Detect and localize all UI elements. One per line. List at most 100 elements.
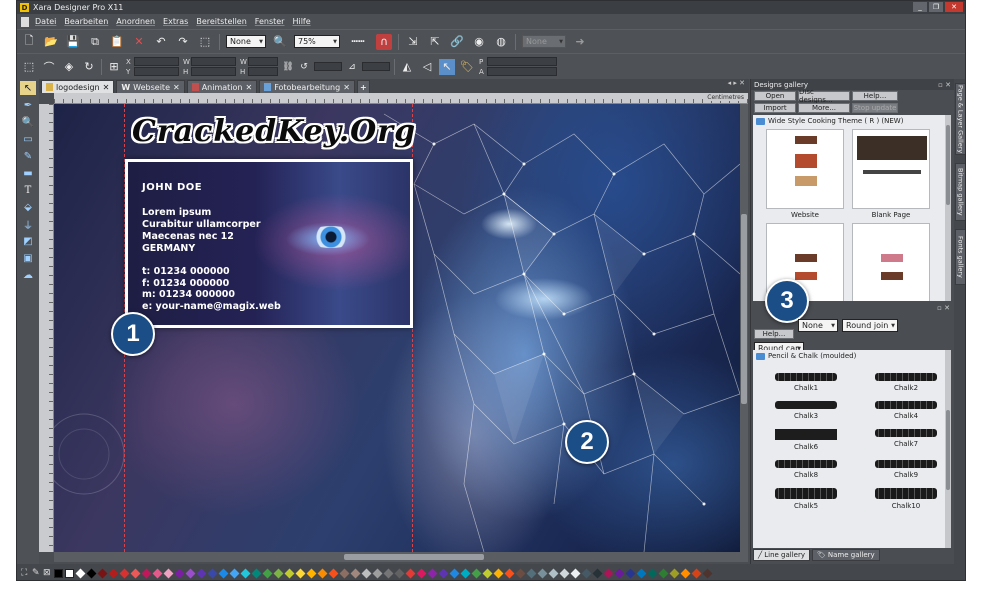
panel-close-icon[interactable]: ▫ ✕ — [938, 81, 951, 89]
color-swatch[interactable] — [405, 568, 416, 578]
page-layer-gallery-tab[interactable]: Page & Layer Gallery — [955, 83, 965, 155]
rectangle-tool-icon[interactable]: ▬ — [20, 166, 36, 180]
zoom-select[interactable]: 75% — [294, 35, 340, 48]
line-cap-select[interactable]: None — [798, 319, 838, 332]
import-icon[interactable]: ⇲ — [405, 34, 421, 50]
palette-menu-icon[interactable]: ⛶ — [21, 568, 30, 578]
color-swatch[interactable] — [207, 568, 218, 578]
color-swatch[interactable] — [218, 568, 229, 578]
rotation-field[interactable] — [314, 62, 342, 71]
scroll-thumb[interactable] — [344, 554, 484, 560]
transform-icon[interactable]: ⬚ — [197, 34, 213, 50]
drawing-canvas[interactable]: CrackedKey.Org JOHN DOE Lorem ipsum Cura… — [54, 104, 740, 552]
color-swatch-white[interactable] — [65, 568, 74, 578]
close-tab-icon[interactable]: ✕ — [173, 83, 180, 92]
close-button[interactable]: ✕ — [945, 2, 963, 12]
selector-tool-icon[interactable]: ↖ — [20, 81, 36, 95]
design-thumb[interactable]: Website — [765, 129, 845, 219]
color-swatch[interactable] — [592, 568, 603, 578]
x-field[interactable] — [134, 57, 179, 66]
menu-extras[interactable]: Extras — [163, 17, 188, 26]
designs-gallery-list[interactable]: Wide Style Cooking Theme ( R ) (NEW) Web… — [753, 115, 951, 301]
disc-designs-button[interactable]: Disc designs... — [798, 88, 850, 104]
open-folder-icon[interactable]: 📂 — [43, 34, 59, 50]
color-swatch[interactable] — [603, 568, 614, 578]
color-swatch[interactable] — [295, 568, 306, 578]
line-join-select[interactable]: Round join — [842, 319, 898, 332]
color-swatch[interactable] — [515, 568, 526, 578]
horizontal-ruler[interactable]: Centimetres — [54, 93, 748, 104]
color-swatch[interactable] — [471, 568, 482, 578]
blend-mode-select[interactable]: None — [226, 35, 266, 48]
panel-close-icon[interactable]: ▫ ✕ — [937, 304, 950, 312]
color-swatch[interactable] — [350, 568, 361, 578]
close-tab-icon[interactable]: ✕ — [343, 83, 350, 92]
color-swatch[interactable] — [559, 568, 570, 578]
color-swatch[interactable] — [427, 568, 438, 578]
h-percent-field[interactable] — [248, 67, 278, 76]
close-tab-icon[interactable]: ✕ — [103, 83, 110, 92]
browser-preview-icon[interactable]: ◍ — [493, 34, 509, 50]
color-swatch[interactable] — [108, 568, 119, 578]
color-swatch[interactable] — [416, 568, 427, 578]
menu-fenster[interactable]: Fenster — [255, 17, 285, 26]
undo-icon[interactable]: ↶ — [153, 34, 169, 50]
design-thumb[interactable]: Blank Page — [851, 129, 931, 219]
document-icon[interactable] — [21, 16, 29, 27]
delete-icon[interactable]: ✕ — [131, 34, 147, 50]
color-swatch[interactable] — [581, 568, 592, 578]
color-swatch-black[interactable] — [54, 568, 63, 578]
scroll-thumb[interactable] — [741, 214, 747, 404]
color-swatch[interactable] — [625, 568, 636, 578]
color-swatch[interactable] — [537, 568, 548, 578]
h-field[interactable] — [191, 67, 236, 76]
color-swatch[interactable] — [185, 568, 196, 578]
canvas-vertical-scrollbar[interactable] — [740, 104, 748, 552]
stroke-item[interactable]: Chalk2 — [861, 366, 951, 392]
lock-aspect-icon[interactable]: ⛓ — [282, 61, 294, 73]
no-color-icon[interactable]: ⊠ — [43, 568, 52, 578]
color-swatch[interactable] — [526, 568, 537, 578]
color-swatch[interactable] — [383, 568, 394, 578]
tab-line-gallery[interactable]: ╱ Line gallery — [753, 549, 810, 561]
business-card[interactable]: JOHN DOE Lorem ipsum Curabitur ullamcorp… — [125, 159, 413, 328]
web-preview-icon[interactable]: ◉ — [471, 34, 487, 50]
gallery-folder[interactable]: Wide Style Cooking Theme ( R ) (NEW) — [753, 115, 951, 127]
zoom-tool-icon[interactable]: 🔍 — [20, 115, 36, 129]
copy-icon[interactable]: ⧉ — [87, 34, 103, 50]
color-swatch[interactable] — [372, 568, 383, 578]
color-swatch[interactable] — [504, 568, 515, 578]
color-swatch[interactable] — [317, 568, 328, 578]
stroke-item[interactable]: Chalk6 — [761, 422, 851, 451]
open-button[interactable]: Open — [754, 91, 796, 101]
zoom-icon[interactable]: 🔍 — [272, 34, 288, 50]
color-swatch[interactable] — [691, 568, 702, 578]
shadow-tool-icon[interactable]: ◩ — [20, 234, 36, 248]
color-swatch[interactable] — [75, 568, 86, 578]
select-tool-active-icon[interactable]: ↖ — [439, 58, 455, 75]
tag-icon[interactable]: 🏷 — [459, 59, 475, 75]
bitmap-gallery-tab[interactable]: Bitmap gallery — [955, 163, 965, 221]
color-swatch[interactable] — [636, 568, 647, 578]
color-swatch[interactable] — [273, 568, 284, 578]
eraser-tool-icon[interactable]: ▭ — [20, 132, 36, 146]
menu-hilfe[interactable]: Hilfe — [292, 17, 310, 26]
line-help-button[interactable]: Help... — [754, 329, 794, 339]
color-swatch[interactable] — [570, 568, 581, 578]
color-picker-icon[interactable]: ✎ — [32, 568, 41, 578]
scroll-thumb[interactable] — [946, 410, 950, 490]
save-icon[interactable]: 💾 — [65, 34, 81, 50]
link-icon[interactable]: 🔗 — [449, 34, 465, 50]
tab-scroll-controls[interactable]: ◂ ▸ ✕ — [728, 79, 745, 87]
restore-button[interactable]: ❐ — [929, 2, 943, 12]
gallery-scrollbar[interactable] — [945, 115, 951, 301]
color-swatch[interactable] — [548, 568, 559, 578]
flip-horizontal-icon[interactable]: ◭ — [399, 59, 415, 75]
canvas-horizontal-scrollbar[interactable] — [54, 552, 748, 562]
stroke-item[interactable]: Chalk8 — [761, 453, 851, 479]
rotate-handle-icon[interactable]: ↻ — [81, 59, 97, 75]
fill-tool-icon[interactable]: ⬙ — [20, 200, 36, 214]
color-swatch[interactable] — [614, 568, 625, 578]
stroke-item[interactable]: Chalk5 — [761, 481, 851, 510]
color-swatch[interactable] — [438, 568, 449, 578]
